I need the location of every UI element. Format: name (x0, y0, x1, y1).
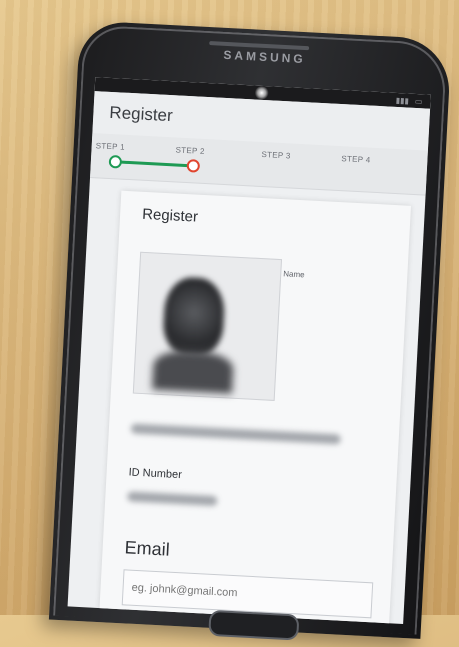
name-label: Name (283, 269, 305, 280)
photo-head-blurred (161, 276, 226, 358)
step-2-label[interactable]: STEP 2 (175, 145, 205, 156)
user-photo (132, 251, 283, 401)
step-progress-line (117, 160, 190, 168)
app-title: Register (108, 102, 174, 126)
step-1-dot (108, 154, 123, 169)
step-3-label[interactable]: STEP 3 (261, 150, 291, 161)
id-number-value-blurred (127, 491, 218, 507)
photo-shoulders-blurred (152, 349, 235, 394)
email-label: Email (124, 537, 171, 560)
signal-icon: ▮▮▮ (395, 95, 410, 106)
step-2-dot (186, 159, 201, 173)
card-title: Register (141, 205, 199, 226)
step-1-label[interactable]: STEP 1 (95, 141, 125, 152)
home-button[interactable] (208, 609, 300, 641)
phone-body: SAMSUNG ▮▮▮ ▭ Register STEP 1 STEP 2 STE… (48, 20, 452, 641)
phone-screen: ▮▮▮ ▭ Register STEP 1 STEP 2 STEP 3 STEP… (67, 77, 431, 624)
step-4-label[interactable]: STEP 4 (341, 154, 371, 165)
name-value-blurred (130, 423, 341, 445)
register-card: Register Name ID Number Email (98, 190, 411, 624)
id-number-label: ID Number (128, 466, 183, 482)
battery-icon: ▭ (414, 96, 423, 106)
